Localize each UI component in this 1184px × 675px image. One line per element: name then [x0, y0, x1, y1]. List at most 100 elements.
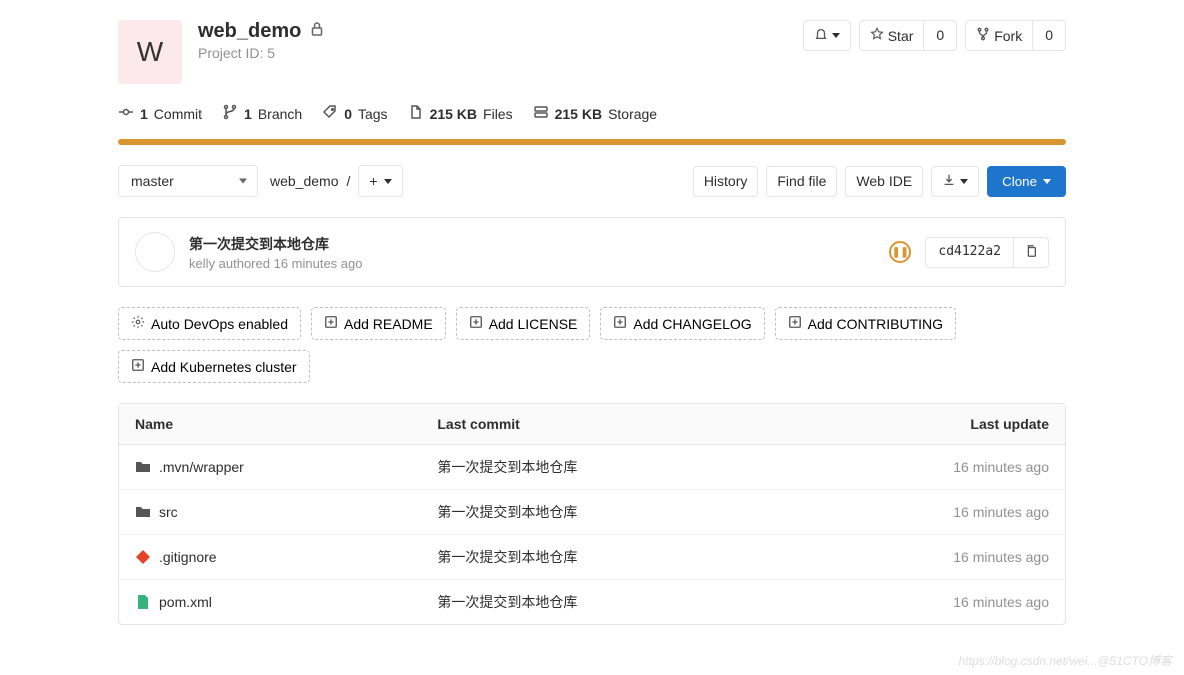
commit-meta: kelly authored 16 minutes ago [189, 256, 875, 271]
commit-author: kelly [189, 256, 215, 271]
breadcrumb-root[interactable]: web_demo [270, 173, 339, 189]
project-avatar: W [118, 20, 182, 84]
watermark: https://blog.csdn.net/wei...@51CTO博客 [959, 652, 1172, 669]
chevron-down-icon [384, 179, 392, 184]
table-row[interactable]: pom.xml 第一次提交到本地仓库16 minutes ago [119, 580, 1065, 624]
file-name-text: pom.xml [159, 594, 212, 610]
lock-icon [309, 20, 325, 43]
file-name-text: .mvn/wrapper [159, 459, 244, 475]
files-label: Files [483, 106, 513, 122]
bell-icon [814, 27, 828, 44]
col-name: Name [119, 404, 421, 445]
file-last-update: 16 minutes ago [791, 580, 1065, 624]
file-xml-icon [135, 594, 151, 610]
file-name-text: src [159, 504, 178, 520]
gear-icon [131, 315, 145, 332]
fork-group: Fork 0 [965, 20, 1066, 51]
clipboard-icon [1024, 245, 1038, 261]
branches-label: Branch [258, 106, 302, 122]
file-last-update: 16 minutes ago [791, 445, 1065, 490]
history-button[interactable]: History [693, 166, 759, 197]
web-ide-button[interactable]: Web IDE [845, 166, 923, 197]
breadcrumb-sep: / [347, 173, 351, 189]
copy-sha-button[interactable] [1014, 237, 1049, 268]
star-icon [870, 27, 884, 44]
folder-icon [135, 459, 151, 475]
notifications-button[interactable] [803, 20, 851, 51]
file-last-update: 16 minutes ago [791, 535, 1065, 580]
last-commit-panel: 第一次提交到本地仓库 kelly authored 16 minutes ago… [118, 217, 1066, 287]
file-last-commit: 第一次提交到本地仓库 [421, 535, 790, 580]
add-changelog-button[interactable]: Add CHANGELOG [600, 307, 764, 340]
file-last-commit: 第一次提交到本地仓库 [421, 445, 790, 490]
commit-icon [118, 104, 134, 123]
star-count: 0 [923, 21, 956, 50]
download-icon [942, 173, 956, 190]
branches-count: 1 [244, 106, 252, 122]
pipeline-status-icon[interactable]: ❚❚ [889, 241, 911, 263]
tags-label: Tags [358, 106, 388, 122]
star-group: Star 0 [859, 20, 957, 51]
stat-branches[interactable]: 1 Branch [222, 104, 302, 123]
add-readme-button[interactable]: Add README [311, 307, 446, 340]
stat-storage[interactable]: 215 KB Storage [533, 104, 658, 123]
autodevops-button[interactable]: Auto DevOps enabled [118, 307, 301, 340]
commit-authored-text: authored [219, 256, 270, 271]
commit-sha[interactable]: cd4122a2 [925, 237, 1014, 268]
branch-select-value: master [131, 173, 174, 189]
language-bar [118, 139, 1066, 145]
folder-icon [135, 504, 151, 520]
file-last-commit: 第一次提交到本地仓库 [421, 580, 790, 624]
add-kubernetes-button[interactable]: Add Kubernetes cluster [118, 350, 310, 383]
commit-sha-group: cd4122a2 [925, 237, 1049, 268]
add-readme-label: Add README [344, 316, 433, 332]
plus-square-icon [613, 315, 627, 332]
chevron-down-icon [960, 179, 968, 184]
find-file-button[interactable]: Find file [766, 166, 837, 197]
clone-button[interactable]: Clone [987, 166, 1066, 197]
stat-commits[interactable]: 1 Commit [118, 104, 202, 123]
commit-message[interactable]: 第一次提交到本地仓库 [189, 234, 875, 254]
commit-time: 16 minutes ago [274, 256, 363, 271]
add-contributing-button[interactable]: Add CONTRIBUTING [775, 307, 956, 340]
fork-count: 0 [1032, 21, 1065, 50]
branch-icon [222, 104, 238, 123]
project-name: web_demo [198, 20, 301, 43]
tag-icon [322, 104, 338, 123]
file-icon [408, 104, 424, 123]
star-label: Star [888, 28, 914, 44]
suggestions-row: Auto DevOps enabled Add README Add LICEN… [118, 307, 1066, 383]
stat-files[interactable]: 215 KB Files [408, 104, 513, 123]
plus-square-icon [469, 315, 483, 332]
add-changelog-label: Add CHANGELOG [633, 316, 751, 332]
file-last-commit: 第一次提交到本地仓库 [421, 490, 790, 535]
add-file-button[interactable]: + [358, 165, 402, 197]
project-actions: Star 0 Fork 0 [803, 20, 1066, 51]
branch-select[interactable]: master [118, 165, 258, 197]
breadcrumb: web_demo / + [270, 165, 403, 197]
commit-author-avatar [135, 232, 175, 272]
controls-row: master web_demo / + History Find file We… [118, 165, 1066, 197]
add-license-label: Add LICENSE [489, 316, 578, 332]
chevron-down-icon [832, 33, 840, 38]
fork-label: Fork [994, 28, 1022, 44]
table-row[interactable]: src第一次提交到本地仓库16 minutes ago [119, 490, 1065, 535]
add-license-button[interactable]: Add LICENSE [456, 307, 591, 340]
git-icon [135, 549, 151, 565]
plus-square-icon [324, 315, 338, 332]
project-id-label: Project ID: 5 [198, 45, 787, 61]
download-button[interactable] [931, 166, 979, 197]
table-row[interactable]: .mvn/wrapper 第一次提交到本地仓库16 minutes ago [119, 445, 1065, 490]
file-name-text: .gitignore [159, 549, 217, 565]
fork-button[interactable]: Fork [966, 21, 1032, 50]
table-row[interactable]: .gitignore 第一次提交到本地仓库16 minutes ago [119, 535, 1065, 580]
add-kubernetes-label: Add Kubernetes cluster [151, 359, 297, 375]
project-info: web_demo Project ID: 5 [198, 20, 787, 61]
star-button[interactable]: Star [860, 21, 924, 50]
autodevops-label: Auto DevOps enabled [151, 316, 288, 332]
chevron-down-icon [1043, 179, 1051, 184]
stat-tags[interactable]: 0 Tags [322, 104, 387, 123]
col-update: Last update [791, 404, 1065, 445]
stats-row: 1 Commit 1 Branch 0 Tags 215 KB Files 21… [118, 104, 1066, 123]
col-commit: Last commit [421, 404, 790, 445]
